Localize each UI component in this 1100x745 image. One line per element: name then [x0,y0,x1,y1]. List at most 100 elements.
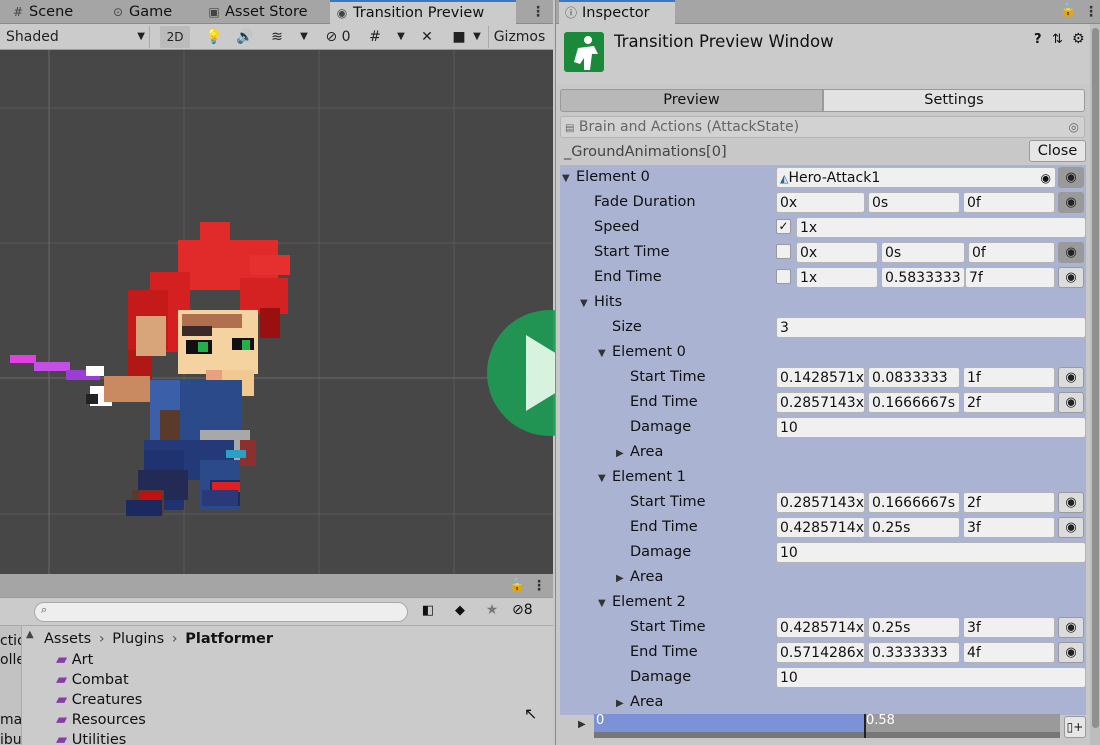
start-seconds-field[interactable]: 0s [881,242,965,263]
hit-area-foldout[interactable]: ▶ Area [616,690,663,715]
breadcrumb-assets[interactable]: Assets [44,631,91,647]
inspector-scrollbar[interactable] [1090,24,1100,745]
hit-end-seconds-field[interactable]: 0.1666667s [868,392,960,413]
list-item[interactable]: ▰ Resources [56,710,146,730]
tab-asset-store[interactable]: ▣ Asset Store [202,0,326,24]
scroll-up-arrow-icon[interactable]: ▲ [26,629,34,640]
object-picker-icon[interactable]: ◎ [1069,117,1079,137]
gear-icon[interactable]: ⚙ [1072,31,1085,47]
hit-end-normalized-field[interactable]: 0.2857143x [776,392,865,413]
fade-frames-field[interactable]: 0f [963,192,1055,213]
tab-preview[interactable]: Preview [560,89,823,112]
hidden-objects-toggle[interactable]: ⊘ 0 [320,26,356,48]
preview-eye-icon[interactable]: ◉ [1058,367,1084,388]
grid-dropdown-chevron-icon[interactable]: ▼ [393,26,409,48]
speed-checkbox[interactable]: ✓ [776,219,791,234]
tab-settings[interactable]: Settings [823,89,1085,112]
start-normalized-field[interactable]: 0x [796,242,878,263]
preview-eye-icon[interactable]: ◉ [1058,192,1084,213]
start-frames-field[interactable]: 0f [968,242,1055,263]
end-normalized-field[interactable]: 1x [796,267,878,288]
effects-icon[interactable]: ≋ [266,26,288,48]
hit-end-frames-field[interactable]: 3f [963,517,1055,538]
hit-end-frames-field[interactable]: 2f [963,392,1055,413]
object-picker-icon[interactable]: ◉ [1041,168,1051,187]
scrollbar-thumb[interactable] [1092,28,1099,728]
list-item[interactable]: ▰ Utilities [56,730,126,745]
lock-icon[interactable]: 🔒 [1060,3,1076,18]
project-menu-kebab-icon[interactable]: ⋮ [532,579,546,593]
preview-eye-icon[interactable]: ◉ [1058,642,1084,663]
hit-element-1-foldout[interactable]: ▼ Element 1 [598,465,686,490]
hit-end-seconds-field[interactable]: 0.25s [868,517,960,538]
hit-start-normalized-field[interactable]: 0.4285714x [776,617,865,638]
hit-element-0-foldout[interactable]: ▼ Element 0 [598,340,686,365]
hidden-packages-toggle[interactable]: ⊘8 [512,602,550,618]
timeline-options-icon[interactable]: ▯+ [1064,716,1086,738]
presets-icon[interactable]: ⇅ [1052,32,1063,47]
fade-seconds-field[interactable]: 0s [868,192,960,213]
filter-by-label-icon[interactable]: ◆ [450,603,470,618]
tab-inspector[interactable]: ⓘ Inspector [559,0,675,24]
tools-icon[interactable]: ✕ [416,26,438,48]
speed-field[interactable]: 1x [796,217,1086,238]
audio-icon[interactable]: 🔊 [234,26,256,48]
preview-eye-icon[interactable]: ◉ [1058,392,1084,413]
hit-damage-field[interactable]: 10 [776,417,1086,438]
hit-end-seconds-field[interactable]: 0.3333333 [868,642,960,663]
hit-start-seconds-field[interactable]: 0.25s [868,617,960,638]
help-icon[interactable]: ? [1034,32,1042,47]
preview-eye-icon[interactable]: ◉ [1058,167,1084,188]
hit-start-frames-field[interactable]: 3f [963,617,1055,638]
list-item[interactable]: ▰ Art [56,650,93,670]
scene-viewport[interactable] [0,50,553,574]
hit-start-frames-field[interactable]: 1f [963,367,1055,388]
tab-scene[interactable]: # Scene [6,0,102,24]
filter-by-type-icon[interactable]: ◧ [418,603,438,618]
camera-dropdown-chevron-icon[interactable]: ▼ [470,26,484,48]
tab-transition-preview[interactable]: ◉ Transition Preview [330,0,516,24]
hit-damage-field[interactable]: 10 [776,542,1086,563]
grid-snap-icon[interactable]: # [364,26,386,48]
list-item[interactable]: ▰ Combat [56,670,129,690]
tab-menu-kebab-icon[interactable]: ⋮ [531,5,545,19]
preview-eye-icon[interactable]: ◉ [1058,242,1084,263]
list-item[interactable]: ▰ Creatures [56,690,142,710]
project-search-input[interactable]: ⌕ [34,602,408,622]
hit-element-2-foldout[interactable]: ▼ Element 2 [598,590,686,615]
hit-start-seconds-field[interactable]: 0.0833333 [868,367,960,388]
lock-icon[interactable]: 🔒 [509,578,525,593]
end-time-checkbox[interactable] [776,269,791,284]
fade-normalized-field[interactable]: 0x [776,192,865,213]
preview-eye-icon[interactable]: ◉ [1058,267,1084,288]
clip-field[interactable]: ◭Hero-Attack1 ◉ [776,167,1056,188]
close-button[interactable]: Close [1029,140,1086,162]
mode-2d-toggle[interactable]: 2D [160,26,190,48]
preview-eye-icon[interactable]: ◉ [1058,617,1084,638]
inspector-menu-kebab-icon[interactable]: ⋮ [1084,5,1098,19]
preview-eye-icon[interactable]: ◉ [1058,492,1084,513]
end-seconds-field[interactable]: 0.5833333 [881,267,965,288]
hit-end-frames-field[interactable]: 4f [963,642,1055,663]
hit-start-seconds-field[interactable]: 0.1666667s [868,492,960,513]
shading-mode-dropdown[interactable]: Shaded ▼ [2,26,150,48]
object-field[interactable]: ▤ Brain and Actions (AttackState) ◎ [560,116,1085,138]
start-time-checkbox[interactable] [776,244,791,259]
hits-size-field[interactable]: 3 [776,317,1086,338]
timeline-foldout-triangle-icon[interactable]: ▶ [578,719,586,730]
hit-damage-field[interactable]: 10 [776,667,1086,688]
camera-icon[interactable]: ■ [448,26,470,48]
end-frames-field[interactable]: 7f [965,267,1055,288]
hit-start-normalized-field[interactable]: 0.1428571x [776,367,865,388]
hit-end-normalized-field[interactable]: 0.4285714x [776,517,865,538]
hero-sprite[interactable] [0,50,553,574]
breadcrumb-platformer[interactable]: Platformer [185,631,273,647]
hit-area-foldout[interactable]: ▶ Area [616,565,663,590]
breadcrumb-plugins[interactable]: Plugins [112,631,164,647]
preview-eye-icon[interactable]: ◉ [1058,517,1084,538]
hit-end-normalized-field[interactable]: 0.5714286x [776,642,865,663]
effects-dropdown-chevron-icon[interactable]: ▼ [296,26,312,48]
favorites-star-icon[interactable]: ★ [482,602,502,618]
hit-area-foldout[interactable]: ▶ Area [616,440,663,465]
hit-start-frames-field[interactable]: 2f [963,492,1055,513]
